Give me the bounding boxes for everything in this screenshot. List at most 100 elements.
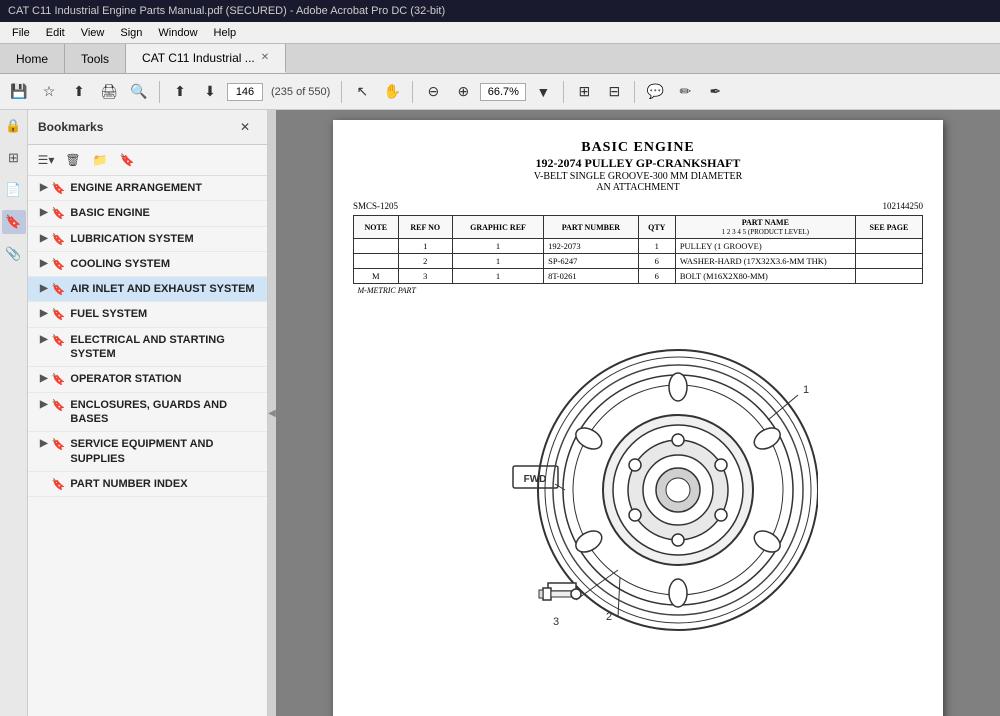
zoom-dropdown-button[interactable]: ▼ bbox=[530, 79, 556, 105]
upload-button[interactable]: ⬆ bbox=[66, 79, 92, 105]
arrow-icon: ▶ bbox=[40, 233, 48, 244]
bookmark-icon: 🔖 bbox=[52, 334, 66, 347]
cell-note bbox=[354, 239, 399, 254]
sidebar-item-label: SERVICE EQUIPMENT AND SUPPLIES bbox=[70, 437, 259, 466]
toolbar-separator-4 bbox=[563, 81, 564, 103]
col-see-page: SEE PAGE bbox=[855, 216, 922, 239]
sidebar-item-basic-engine[interactable]: ▶ 🔖 BASIC ENGINE bbox=[28, 201, 267, 226]
cell-note: M bbox=[354, 269, 399, 284]
cell-part-number: 192-2073 bbox=[544, 239, 639, 254]
tab-home[interactable]: Home bbox=[0, 44, 65, 73]
sidebar-delete-button[interactable]: 🗑 bbox=[61, 149, 85, 171]
part-title: 192-2074 PULLEY GP-CRANKSHAFT bbox=[353, 156, 923, 171]
zoom-in-button[interactable]: ⊕ bbox=[450, 79, 476, 105]
prev-page-button[interactable]: ⬆ bbox=[167, 79, 193, 105]
tab-tools[interactable]: Tools bbox=[65, 44, 126, 73]
arrow-icon: ▶ bbox=[40, 438, 48, 449]
smcs-code: SMCS-1205 bbox=[353, 201, 398, 211]
sidebar-item-part-number-index[interactable]: ▶ 🔖 PART NUMBER INDEX bbox=[28, 472, 267, 497]
comment-button[interactable]: 💬 bbox=[642, 79, 668, 105]
arrow-icon: ▶ bbox=[40, 399, 48, 410]
sidebar-new-folder-button[interactable]: 📁 bbox=[88, 149, 112, 171]
sidebar-item-engine-arrangement[interactable]: ▶ 🔖 ENGINE ARRANGEMENT bbox=[28, 176, 267, 201]
cell-qty: 1 bbox=[638, 239, 675, 254]
attachments-icon[interactable]: 📎 bbox=[2, 242, 26, 266]
sidebar-item-label: LUBRICATION SYSTEM bbox=[70, 232, 193, 246]
save-button[interactable]: 💾 bbox=[6, 79, 32, 105]
diagram-area: FWD bbox=[353, 305, 923, 645]
section-heading: BASIC ENGINE bbox=[353, 140, 923, 156]
highlight-button[interactable]: ✏ bbox=[672, 79, 698, 105]
sidebar-item-label: AIR INLET AND EXHAUST SYSTEM bbox=[70, 282, 254, 296]
fit-page-button[interactable]: ⊞ bbox=[571, 79, 597, 105]
sidebar-resize-handle[interactable] bbox=[268, 110, 276, 716]
page-total: (235 of 550) bbox=[267, 86, 334, 98]
pdf-meta-row: SMCS-1205 102144250 bbox=[353, 201, 923, 211]
arrow-icon: ▶ bbox=[40, 308, 48, 319]
sidebar-search-button[interactable]: 🔖 bbox=[115, 149, 139, 171]
hand-tool-button[interactable]: ✋ bbox=[379, 79, 405, 105]
menu-help[interactable]: Help bbox=[206, 25, 245, 41]
sign-button[interactable]: ✒ bbox=[702, 79, 728, 105]
page-number-input[interactable] bbox=[227, 83, 263, 101]
pages-icon[interactable]: 📄 bbox=[2, 178, 26, 202]
fit-width-button[interactable]: ⊟ bbox=[601, 79, 627, 105]
table-row: 2 1 SP-6247 6 WASHER-HARD (17X32X3.6-MM … bbox=[354, 254, 923, 269]
cell-see-page bbox=[855, 239, 922, 254]
tab-doc-label: CAT C11 Industrial ... bbox=[142, 51, 255, 65]
cell-ref: 1 bbox=[398, 239, 452, 254]
left-panel-strip: 🔒 ⊞ 📄 🔖 📎 bbox=[0, 110, 28, 716]
bookmark-icon: 🔖 bbox=[52, 207, 66, 220]
cell-graphic: 1 bbox=[452, 239, 543, 254]
col-part-name: PART NAME 1 2 3 4 5 (PRODUCT LEVEL) bbox=[675, 216, 855, 239]
next-page-button[interactable]: ⬇ bbox=[197, 79, 223, 105]
sidebar-item-enclosures[interactable]: ▶ 🔖 ENCLOSURES, GUARDS AND BASES bbox=[28, 393, 267, 433]
sidebar-item-label: ELECTRICAL AND STARTING SYSTEM bbox=[70, 333, 259, 362]
menu-sign[interactable]: Sign bbox=[112, 25, 150, 41]
svg-text:2: 2 bbox=[606, 611, 612, 623]
sidebar-item-service-equipment[interactable]: ▶ 🔖 SERVICE EQUIPMENT AND SUPPLIES bbox=[28, 432, 267, 472]
lock-icon[interactable]: 🔒 bbox=[2, 114, 26, 138]
tab-doc[interactable]: CAT C11 Industrial ... ✕ bbox=[126, 44, 286, 73]
zoom-out-button[interactable]: ⊖ bbox=[420, 79, 446, 105]
sidebar-options-button[interactable]: ☰▾ bbox=[34, 149, 58, 171]
menu-view[interactable]: View bbox=[73, 25, 113, 41]
cell-graphic: 1 bbox=[452, 254, 543, 269]
sidebar-toolbar: ☰▾ 🗑 📁 🔖 bbox=[28, 145, 267, 176]
sidebar-close-button[interactable]: ✕ bbox=[233, 116, 257, 138]
col-part-name-sub: 1 2 3 4 5 (PRODUCT LEVEL) bbox=[722, 228, 809, 236]
tab-bar: Home Tools CAT C11 Industrial ... ✕ bbox=[0, 44, 1000, 74]
search-button[interactable]: 🔍 bbox=[126, 79, 152, 105]
pdf-page: BASIC ENGINE 192-2074 PULLEY GP-CRANKSHA… bbox=[333, 120, 943, 716]
bookmarks-icon[interactable]: 🔖 bbox=[2, 210, 26, 234]
col-ref: REF NO bbox=[398, 216, 452, 239]
bookmark-button[interactable]: ☆ bbox=[36, 79, 62, 105]
table-footer-row: M-METRIC PART bbox=[354, 284, 923, 298]
print-button[interactable]: 🖨 bbox=[96, 79, 122, 105]
sidebar-item-fuel[interactable]: ▶ 🔖 FUEL SYSTEM bbox=[28, 302, 267, 327]
tab-close-icon[interactable]: ✕ bbox=[261, 52, 269, 63]
menu-window[interactable]: Window bbox=[150, 25, 205, 41]
cell-qty: 6 bbox=[638, 269, 675, 284]
cell-part-number: 8T-0261 bbox=[544, 269, 639, 284]
sidebar-item-air-inlet[interactable]: ▶ 🔖 AIR INLET AND EXHAUST SYSTEM bbox=[28, 277, 267, 302]
sidebar-item-lubrication[interactable]: ▶ 🔖 LUBRICATION SYSTEM bbox=[28, 227, 267, 252]
bookmark-icon: 🔖 bbox=[52, 283, 66, 296]
window-title: CAT C11 Industrial Engine Parts Manual.p… bbox=[8, 5, 445, 17]
sidebar-item-label: ENGINE ARRANGEMENT bbox=[70, 181, 202, 195]
sidebar-item-cooling[interactable]: ▶ 🔖 COOLING SYSTEM bbox=[28, 252, 267, 277]
arrow-icon: ▶ bbox=[40, 334, 48, 345]
menu-file[interactable]: File bbox=[4, 25, 38, 41]
tab-home-label: Home bbox=[16, 52, 48, 66]
sidebar-item-electrical[interactable]: ▶ 🔖 ELECTRICAL AND STARTING SYSTEM bbox=[28, 328, 267, 368]
menu-bar: File Edit View Sign Window Help bbox=[0, 22, 1000, 44]
tab-tools-label: Tools bbox=[81, 52, 109, 66]
bookmark-icon: 🔖 bbox=[52, 182, 66, 195]
cursor-tool-button[interactable]: ↖ bbox=[349, 79, 375, 105]
document-area[interactable]: BASIC ENGINE 192-2074 PULLEY GP-CRANKSHA… bbox=[276, 110, 1000, 716]
sidebar-item-operator[interactable]: ▶ 🔖 OPERATOR STATION bbox=[28, 367, 267, 392]
zoom-level-input[interactable] bbox=[480, 83, 526, 101]
layers-icon[interactable]: ⊞ bbox=[2, 146, 26, 170]
menu-edit[interactable]: Edit bbox=[38, 25, 73, 41]
svg-text:FWD: FWD bbox=[524, 474, 547, 485]
